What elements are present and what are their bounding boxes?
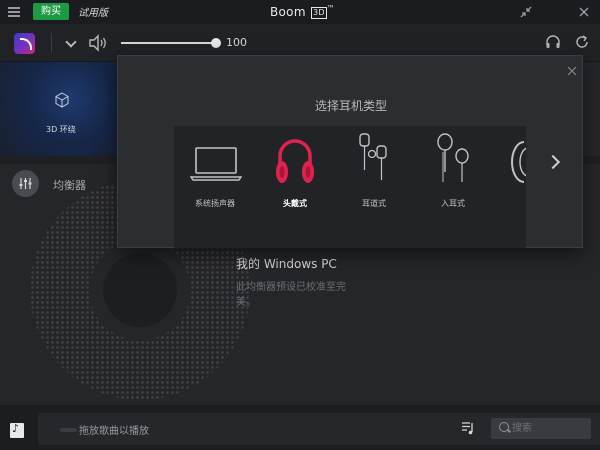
playlist-icon[interactable] — [460, 420, 476, 436]
app-window: 购买 试用版 Boom 3D ™ 100 3D 环绕 均衡器 我的 Window… — [0, 0, 600, 450]
divider — [51, 33, 52, 53]
option-label: 头戴式 — [283, 199, 307, 208]
volume-value: 100 — [226, 36, 247, 49]
cube-3d-icon — [54, 92, 70, 108]
minimize-compact-icon[interactable] — [518, 4, 534, 20]
app-name: Boom — [270, 5, 306, 19]
trial-label: 试用版 — [78, 8, 108, 19]
chevron-right-icon[interactable] — [545, 154, 561, 170]
equalizer-icon[interactable] — [12, 170, 39, 197]
trademark: ™ — [326, 4, 336, 13]
headphone-option-strip: 系统扬声器 头戴式 耳道式 入耳式 — [174, 126, 526, 248]
earbuds-icon — [359, 133, 387, 180]
drop-songs-label: 拖放歌曲以播放 — [60, 422, 149, 437]
device-description: 此均衡器预设已校准至完美。 — [236, 282, 346, 308]
app-title: Boom 3D ™ — [270, 4, 335, 19]
option-label: 系统扬声器 — [195, 199, 235, 208]
equalizer-label[interactable]: 均衡器 — [53, 177, 86, 193]
option-in-ear[interactable]: 入耳式 — [418, 126, 488, 248]
search-icon — [499, 422, 509, 432]
app-badge: 3D — [310, 7, 327, 19]
refresh-icon[interactable] — [574, 34, 590, 50]
volume-slider-track[interactable] — [121, 42, 216, 44]
chevron-down-icon[interactable] — [65, 36, 77, 48]
search-input[interactable] — [512, 420, 586, 437]
volume-slider-thumb[interactable] — [211, 38, 221, 48]
boom-logo-icon[interactable] — [14, 33, 35, 54]
laptop-icon — [190, 147, 242, 181]
in-ear-icon — [437, 133, 469, 182]
surround-tile[interactable]: 3D 环绕 — [0, 62, 118, 156]
partial-headphone-icon — [511, 141, 526, 183]
headphone-icon[interactable] — [545, 34, 561, 50]
option-system-speaker[interactable]: 系统扬声器 — [180, 126, 250, 248]
dialog-title: 选择耳机类型 — [314, 99, 387, 113]
volume-icon[interactable] — [88, 34, 108, 52]
option-label: 耳道式 — [362, 199, 386, 208]
close-window-icon[interactable] — [576, 4, 592, 20]
option-label: 入耳式 — [441, 199, 465, 208]
surround-label: 3D 环绕 — [46, 125, 76, 134]
buy-button[interactable]: 购买 — [33, 3, 69, 20]
option-over-ear[interactable]: 头戴式 — [260, 126, 330, 248]
over-ear-headphones-icon — [276, 139, 314, 183]
title-bar: 购买 试用版 Boom 3D ™ — [0, 0, 600, 24]
device-name: 我的 Windows PC — [236, 257, 337, 271]
hamburger-menu-icon[interactable] — [8, 7, 20, 17]
album-art-icon[interactable] — [10, 422, 24, 438]
headphone-type-dialog: 选择耳机类型 系统扬声器 头戴式 耳道式 入耳式 — [117, 55, 583, 248]
speaker-center — [103, 253, 177, 327]
option-earbuds[interactable]: 耳道式 — [339, 126, 409, 248]
close-icon[interactable] — [566, 65, 578, 77]
